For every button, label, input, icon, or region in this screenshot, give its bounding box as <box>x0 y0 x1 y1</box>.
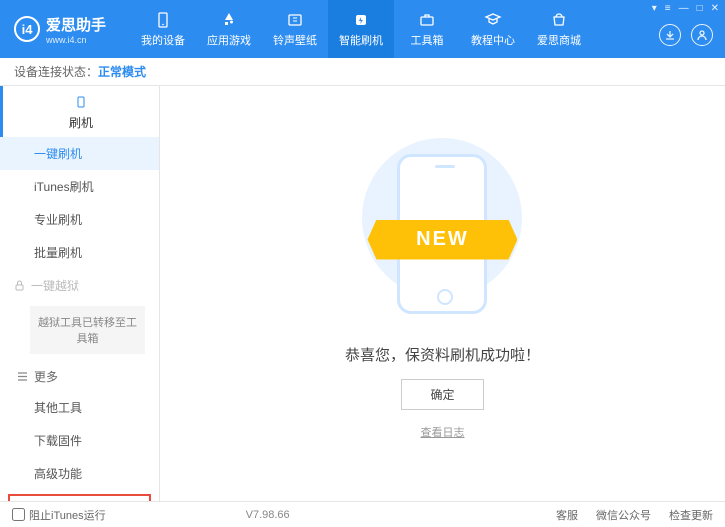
settings-icon[interactable]: ≡ <box>665 3 671 14</box>
nav-tutorials[interactable]: 教程中心 <box>460 0 526 58</box>
success-illustration: NEW <box>377 148 507 328</box>
status-bar: 设备连接状态： 正常模式 <box>0 58 725 86</box>
flash-icon <box>352 11 370 29</box>
minimize-icon[interactable]: — <box>679 3 689 14</box>
user-controls <box>659 24 713 46</box>
sidebar-item-advanced[interactable]: 高级功能 <box>0 457 159 490</box>
account-button[interactable] <box>691 24 713 46</box>
nav-ringtones[interactable]: 铃声壁纸 <box>262 0 328 58</box>
download-button[interactable] <box>659 24 681 46</box>
header: i4 爱思助手 www.i4.cn 我的设备 应用游戏 铃声壁纸 智能刷机 工具… <box>0 0 725 58</box>
tutorial-icon <box>484 11 502 29</box>
store-icon <box>550 11 568 29</box>
nav-toolbox[interactable]: 工具箱 <box>394 0 460 58</box>
app-title: 爱思助手 <box>46 14 106 35</box>
jailbreak-note: 越狱工具已转移至工具箱 <box>30 306 145 354</box>
footer: 阻止iTunes运行 V7.98.66 客服 微信公众号 检查更新 <box>0 501 725 527</box>
ringtone-icon <box>286 11 304 29</box>
device-icon <box>154 11 172 29</box>
options-highlight: 自动激活 跳过向导 <box>8 494 151 501</box>
maximize-icon[interactable]: □ <box>697 3 703 14</box>
sidebar-item-other[interactable]: 其他工具 <box>0 391 159 424</box>
status-prefix: 设备连接状态： <box>14 63 98 80</box>
sidebar-item-itunes[interactable]: iTunes刷机 <box>0 170 159 203</box>
sidebar-section-more[interactable]: 更多 <box>0 358 159 391</box>
logo: i4 爱思助手 www.i4.cn <box>0 14 120 45</box>
main-content: NEW 恭喜您，保资料刷机成功啦！ 确定 查看日志 <box>160 86 725 501</box>
sidebar-item-pro[interactable]: 专业刷机 <box>0 203 159 236</box>
nav-flash[interactable]: 智能刷机 <box>328 0 394 58</box>
status-mode: 正常模式 <box>98 63 146 80</box>
new-ribbon: NEW <box>367 220 517 260</box>
nav-apps[interactable]: 应用游戏 <box>196 0 262 58</box>
nav-store[interactable]: 爱思商城 <box>526 0 592 58</box>
app-url: www.i4.cn <box>46 35 106 45</box>
close-icon[interactable]: ✕ <box>711 3 719 14</box>
sidebar-item-firmware[interactable]: 下载固件 <box>0 424 159 457</box>
footer-link-wechat[interactable]: 微信公众号 <box>596 507 651 523</box>
ok-button[interactable]: 确定 <box>401 379 483 410</box>
version-label: V7.98.66 <box>246 509 290 521</box>
lock-icon <box>14 280 25 291</box>
sidebar-item-oneclick[interactable]: 一键刷机 <box>0 137 159 170</box>
footer-link-update[interactable]: 检查更新 <box>669 507 713 523</box>
sidebar-section-flash[interactable]: 刷机 <box>0 86 159 137</box>
window-controls: ▾ ≡ — □ ✕ <box>652 3 719 14</box>
sidebar-section-jailbreak: 一键越狱 <box>0 269 159 302</box>
menu-icon[interactable]: ▾ <box>652 3 657 14</box>
sidebar-item-batch[interactable]: 批量刷机 <box>0 236 159 269</box>
apps-icon <box>220 11 238 29</box>
sidebar: 刷机 一键刷机 iTunes刷机 专业刷机 批量刷机 一键越狱 越狱工具已转移至… <box>0 86 160 501</box>
main-nav: 我的设备 应用游戏 铃声壁纸 智能刷机 工具箱 教程中心 爱思商城 <box>130 0 592 58</box>
success-message: 恭喜您，保资料刷机成功啦！ <box>345 344 540 365</box>
list-icon <box>17 371 28 382</box>
view-log-link[interactable]: 查看日志 <box>420 424 464 440</box>
footer-link-support[interactable]: 客服 <box>556 507 578 523</box>
nav-my-device[interactable]: 我的设备 <box>130 0 196 58</box>
logo-icon: i4 <box>14 16 40 42</box>
block-itunes-checkbox[interactable]: 阻止iTunes运行 <box>12 507 106 523</box>
toolbox-icon <box>418 11 436 29</box>
phone-icon <box>75 96 87 108</box>
